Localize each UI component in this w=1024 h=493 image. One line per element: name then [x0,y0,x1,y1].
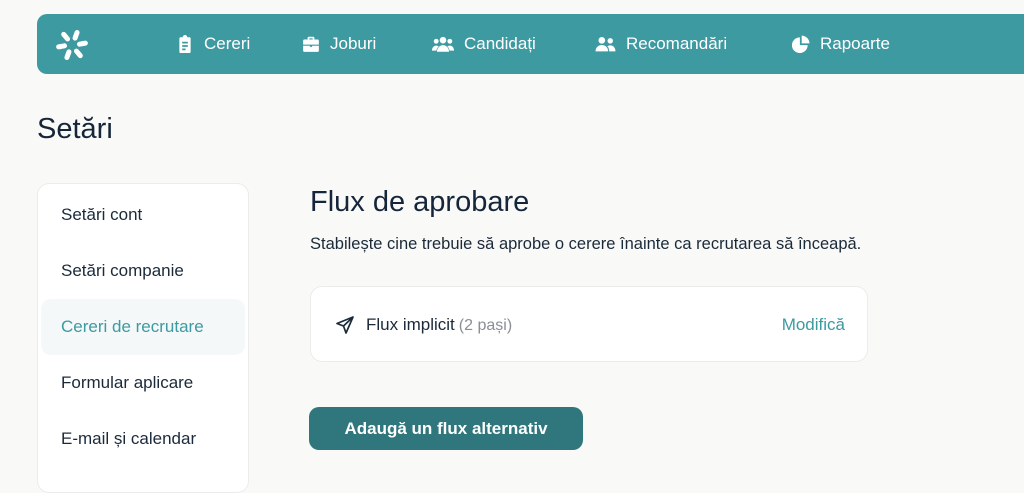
add-alternative-flow-button[interactable]: Adaugă un flux alternativ [309,407,583,450]
nav-item-joburi[interactable]: Joburi [302,14,376,74]
briefcase-icon [303,36,319,52]
nav-item-label: Rapoarte [820,34,890,53]
sidebar-item-setari-cont[interactable]: Setări cont [41,187,245,243]
clipboard-icon [179,35,191,53]
edit-flow-link[interactable]: Modifică [782,315,845,335]
sidebar-item-label: Setări cont [61,205,143,224]
nav-item-label: Cereri [204,34,251,53]
section-title: Flux de aprobare [310,186,530,218]
settings-sidebar: Setări cont Setări companie Cereri de re… [37,183,249,493]
nav-item-rapoarte[interactable]: Rapoarte [792,14,890,74]
top-navigation-bar: Cereri Joburi Candidați Recomandări Rapo… [37,14,1024,74]
sidebar-item-label: E-mail și calendar [61,429,197,448]
sidebar-item-label: Setări companie [61,261,184,280]
flow-steps-count: (2 pași) [458,317,513,334]
users-icon [432,36,454,52]
sidebar-item-cereri-de-recrutare[interactable]: Cereri de recrutare [41,299,245,355]
sidebar-item-setari-companie[interactable]: Setări companie [41,243,245,299]
section-description: Stabilește cine trebuie să aprobe o cere… [310,235,862,253]
sidebar-item-email-si-calendar[interactable]: E-mail și calendar [41,411,245,467]
nav-item-recomandari[interactable]: Recomandări [595,14,727,74]
approval-flow-card: Flux implicit (2 pași) Modifică [310,286,868,362]
nav-item-label: Joburi [330,34,377,53]
nav-item-candidati[interactable]: Candidați [432,14,536,74]
flow-name-label: Flux implicit [366,315,455,334]
flow-name: Flux implicit (2 pași) [366,315,512,335]
pie-chart-icon [792,35,810,53]
page-title: Setări [37,113,113,145]
nav-item-label: Recomandări [626,34,728,53]
sidebar-item-label: Formular aplicare [61,373,194,392]
sidebar-item-label: Cereri de recrutare [61,317,204,336]
nav-item-label: Candidați [464,34,536,53]
nav-item-cereri[interactable]: Cereri [176,14,250,74]
logo-icon[interactable] [54,27,90,63]
paper-plane-icon [336,316,354,334]
sidebar-item-formular-aplicare[interactable]: Formular aplicare [41,355,245,411]
user-friends-icon [595,36,616,52]
